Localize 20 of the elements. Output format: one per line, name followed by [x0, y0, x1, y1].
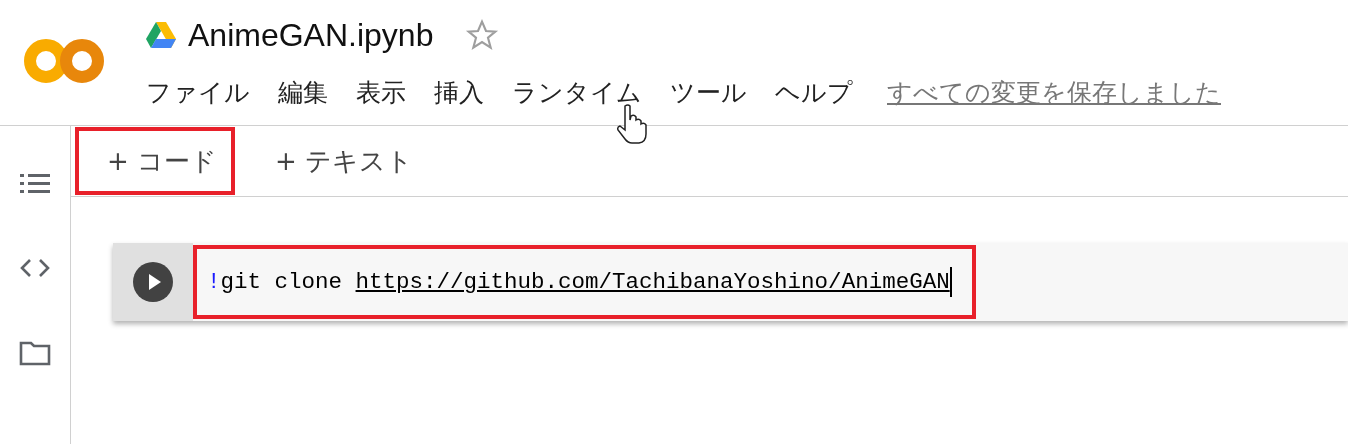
menu-item[interactable]: ファイル — [146, 76, 250, 109]
menu-item[interactable]: 編集 — [278, 76, 328, 109]
add-cell-button[interactable]: + テキスト — [243, 127, 432, 195]
toc-list-icon[interactable] — [20, 172, 50, 196]
menu-item[interactable]: ランタイム — [512, 76, 642, 109]
code-editor-field[interactable]: !git clone https://github.com/TachibanaYoshino/AnimeGAN — [193, 245, 976, 319]
save-status-link[interactable]: すべての変更を保存しました — [887, 76, 1221, 109]
menu-item[interactable]: ツール — [670, 76, 747, 109]
star-icon[interactable] — [465, 19, 500, 51]
code-brackets-icon[interactable] — [19, 258, 51, 278]
folder-icon[interactable] — [19, 340, 51, 366]
drive-icon — [146, 22, 176, 48]
menu-item[interactable]: ヘルプ — [775, 76, 853, 109]
menu-item[interactable]: 挿入 — [434, 76, 484, 109]
run-button-icon[interactable] — [133, 262, 173, 302]
menu-item[interactable]: 表示 — [356, 76, 406, 109]
pointer-hand-icon — [616, 104, 650, 144]
colab-logo-icon[interactable] — [24, 36, 104, 86]
add-cell-button[interactable]: + コード — [75, 127, 236, 195]
notebook-title[interactable]: AnimeGAN.ipynb — [188, 16, 434, 54]
